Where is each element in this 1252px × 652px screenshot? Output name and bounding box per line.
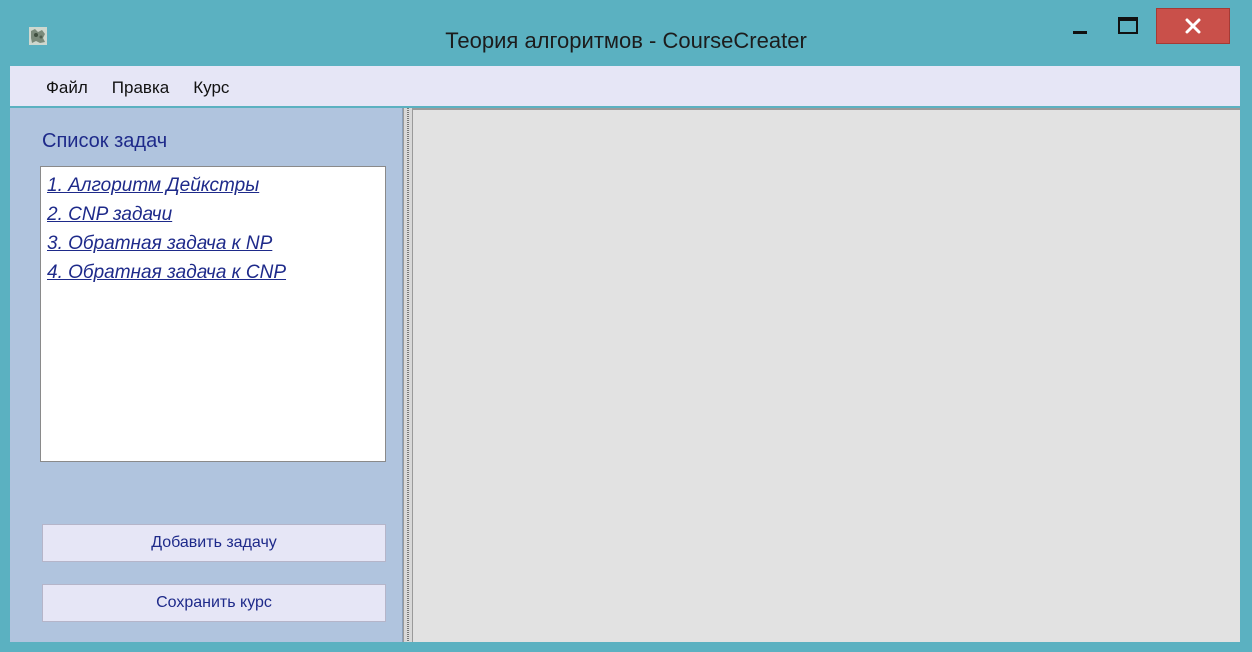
menu-edit[interactable]: Правка [100, 78, 181, 98]
maximize-icon [1118, 17, 1138, 34]
save-course-button[interactable]: Сохранить курс [42, 584, 386, 622]
tasks-panel: Список задач 1. Алгоритм Дейкстры 2. CNP… [10, 108, 403, 642]
app-window: Теория алгоритмов - CourseCreater Файл П… [0, 0, 1252, 652]
add-task-button[interactable]: Добавить задачу [42, 524, 386, 562]
menu-file[interactable]: Файл [34, 78, 100, 98]
panel-splitter[interactable] [403, 108, 413, 642]
minimize-icon [1073, 31, 1087, 34]
close-icon [1185, 18, 1201, 34]
content-area [413, 108, 1240, 642]
menu-course[interactable]: Курс [181, 78, 241, 98]
minimize-button[interactable] [1060, 10, 1100, 42]
close-button[interactable] [1156, 8, 1230, 44]
tasks-heading: Список задач [42, 130, 168, 152]
title-bar[interactable]: Теория алгоритмов - CourseCreater [0, 0, 1252, 66]
task-item-1[interactable]: 1. Алгоритм Дейкстры [47, 171, 385, 200]
task-item-2[interactable]: 2. CNP задачи [47, 200, 385, 229]
menu-bar: Файл Правка Курс [10, 66, 1240, 106]
maximize-button[interactable] [1108, 10, 1148, 42]
task-list[interactable]: 1. Алгоритм Дейкстры 2. CNP задачи 3. Об… [40, 166, 386, 462]
task-item-3[interactable]: 3. Обратная задача к NP [47, 229, 385, 258]
task-item-4[interactable]: 4. Обратная задача к CNP [47, 258, 385, 287]
